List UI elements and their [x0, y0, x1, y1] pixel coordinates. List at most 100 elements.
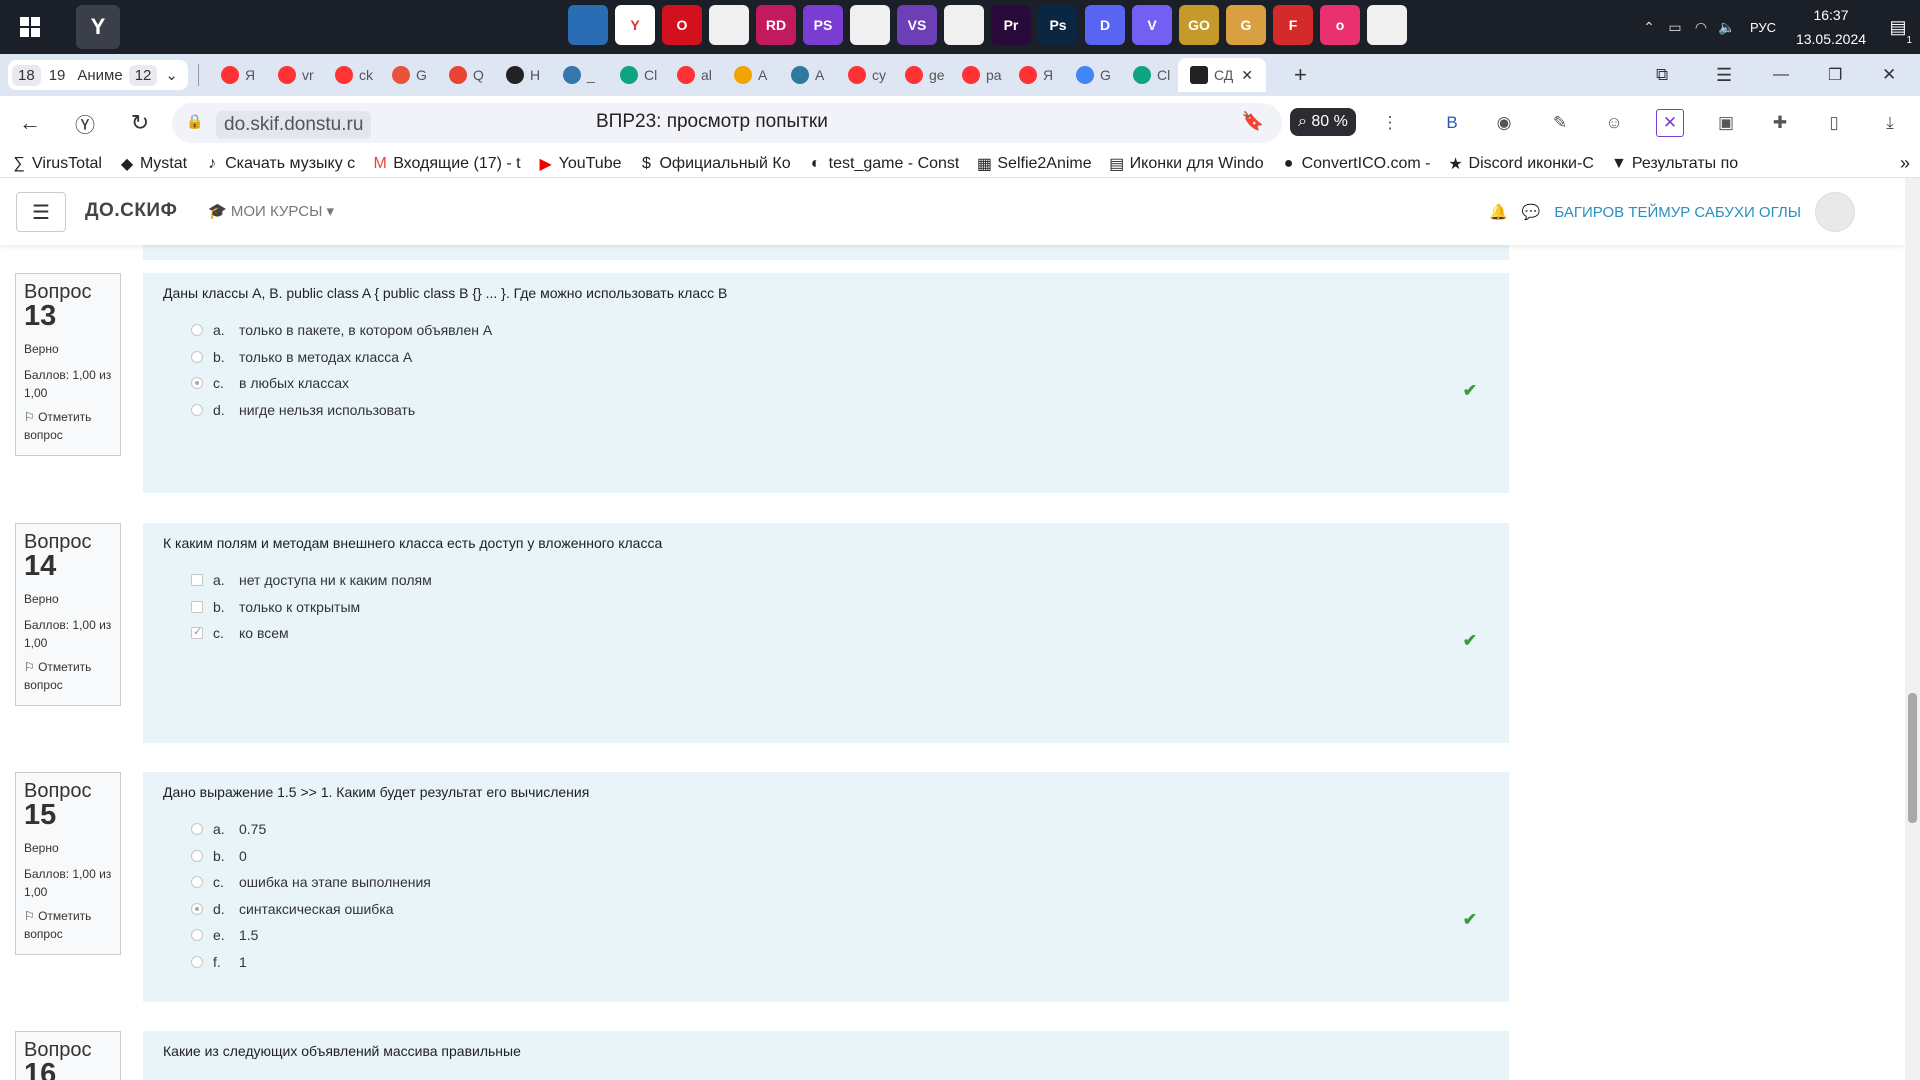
bookmark-item[interactable]: ▦ Selfie2Anime: [975, 154, 1092, 174]
answer-option[interactable]: b. только в методах класса A: [191, 344, 1489, 371]
answer-radio[interactable]: [191, 324, 203, 337]
forza-icon[interactable]: F: [1273, 5, 1313, 45]
answer-option[interactable]: d. нигде нельзя использовать: [191, 397, 1489, 424]
discord-icon[interactable]: D: [1085, 5, 1125, 45]
reload-icon[interactable]: ↻: [120, 103, 160, 143]
osu-icon[interactable]: o: [1320, 5, 1360, 45]
photoshop-icon[interactable]: Ps: [1038, 5, 1078, 45]
bookmark-item[interactable]: ♪ Скачать музыку с: [203, 155, 355, 173]
tab-13[interactable]: pa: [950, 58, 1007, 92]
answer-option[interactable]: c. в любых классах: [191, 370, 1489, 397]
windows-start-button[interactable]: [0, 0, 60, 54]
tab-3[interactable]: G: [380, 58, 437, 92]
user-name[interactable]: БАГИРОВ ТЕЙМУР САБУХИ ОГЛЫ: [1554, 204, 1801, 221]
tab-group-switcher[interactable]: 18 19 Аниме 12 ⌄: [8, 60, 188, 90]
remote-desktop-icon[interactable]: [568, 5, 608, 45]
new-tab-icon[interactable]: +: [1294, 62, 1307, 88]
visual-studio-icon[interactable]: VS: [897, 5, 937, 45]
answer-option[interactable]: a. нет доступа ни к каким полям: [191, 567, 1489, 594]
menu-icon[interactable]: ☰: [1716, 65, 1732, 86]
answer-radio[interactable]: [191, 902, 203, 915]
volume-icon[interactable]: 🔈: [1714, 19, 1740, 36]
extension-planet-icon[interactable]: ◉: [1490, 109, 1518, 137]
download-icon[interactable]: ⤓: [1876, 109, 1904, 137]
tab-manager-icon[interactable]: ⧉: [1656, 65, 1668, 85]
file-icon[interactable]: [1367, 5, 1407, 45]
answer-option[interactable]: a. 0.75: [191, 816, 1489, 843]
language-indicator[interactable]: РУС: [1750, 20, 1776, 35]
bookmark-item[interactable]: $ Официальный Ко: [637, 155, 791, 173]
file-icon[interactable]: [850, 5, 890, 45]
answer-radio[interactable]: [191, 929, 203, 942]
bookmark-item[interactable]: ▼ Результаты по: [1610, 155, 1738, 173]
site-brand[interactable]: ДО.СКИФ: [85, 200, 177, 222]
tab-2[interactable]: ck: [323, 58, 380, 92]
answer-option[interactable]: c. ко всем: [191, 620, 1489, 647]
answer-option[interactable]: a. только в пакете, в котором объявлен A: [191, 317, 1489, 344]
answer-option[interactable]: f. 1: [191, 949, 1489, 976]
answer-option[interactable]: d. синтаксическая ошибка: [191, 896, 1489, 923]
csgo-icon[interactable]: GO: [1179, 5, 1219, 45]
answer-radio[interactable]: [191, 403, 203, 416]
bookmark-item[interactable]: ● ConvertICO.com -: [1280, 155, 1431, 173]
address-bar[interactable]: 🔒 do.skif.donstu.ru ВПР23: просмотр попы…: [172, 103, 1282, 143]
bookmark-item[interactable]: ∑ VirusTotal: [10, 155, 102, 173]
answer-radio[interactable]: [191, 823, 203, 836]
file-icon[interactable]: [709, 5, 749, 45]
tab-10[interactable]: A: [779, 58, 836, 92]
tab-8[interactable]: al: [665, 58, 722, 92]
close-window-icon[interactable]: ✕: [1882, 65, 1896, 85]
extension-b-icon[interactable]: B: [1438, 109, 1466, 137]
rider-icon[interactable]: RD: [756, 5, 796, 45]
tab-7[interactable]: Cl: [608, 58, 665, 92]
answer-option[interactable]: e. 1.5: [191, 922, 1489, 949]
bookmarks-more-icon[interactable]: »: [1900, 153, 1910, 174]
answer-checkbox[interactable]: [191, 625, 203, 640]
tab-1[interactable]: vr: [266, 58, 323, 92]
hamburger-menu-icon[interactable]: ☰: [16, 192, 66, 232]
notification-center-icon[interactable]: ▤ 1: [1876, 17, 1920, 46]
phpstorm-icon[interactable]: PS: [803, 5, 843, 45]
yandex-logo-icon[interactable]: Ⓨ: [65, 103, 105, 143]
bookmark-item[interactable]: ◐ test_game - Const: [807, 155, 960, 173]
tab-14[interactable]: Я: [1007, 58, 1064, 92]
bookmark-item[interactable]: ▶ YouTube: [537, 154, 621, 174]
flag-question-link[interactable]: ⚐ Отметить вопрос: [24, 408, 112, 444]
answer-option[interactable]: b. 0: [191, 843, 1489, 870]
more-vertical-icon[interactable]: ⋮: [1376, 109, 1404, 137]
answer-option[interactable]: b. только к открытым: [191, 594, 1489, 621]
restore-icon[interactable]: ❐: [1828, 65, 1842, 85]
page-scrollbar[interactable]: [1905, 178, 1920, 1080]
wifi-icon[interactable]: ◠: [1688, 19, 1714, 36]
yandex-browser-icon[interactable]: Y: [615, 5, 655, 45]
scrollbar-thumb[interactable]: [1908, 693, 1917, 823]
minimize-icon[interactable]: —: [1773, 66, 1789, 84]
flag-question-link[interactable]: ⚐ Отметить вопрос: [24, 907, 112, 943]
bookmark-item[interactable]: ◆ Mystat: [118, 154, 187, 174]
battery-icon[interactable]: ▭: [1662, 19, 1688, 36]
bookmark-item[interactable]: ★ Discord иконки-С: [1447, 154, 1594, 174]
back-icon[interactable]: ←: [10, 103, 50, 143]
tab-12[interactable]: ge: [893, 58, 950, 92]
viber-icon[interactable]: V: [1132, 5, 1172, 45]
lock-icon[interactable]: 🔒: [186, 113, 203, 130]
chevron-up-icon[interactable]: ⌃: [1636, 19, 1662, 36]
flag-question-link[interactable]: ⚐ Отметить вопрос: [24, 658, 112, 694]
opera-icon[interactable]: O: [662, 5, 702, 45]
tab-9[interactable]: A: [722, 58, 779, 92]
answer-checkbox[interactable]: [191, 600, 203, 613]
close-tab-icon[interactable]: ✕: [1241, 67, 1253, 84]
extension-x-icon[interactable]: ✕: [1656, 109, 1684, 137]
extensions-puzzle-icon[interactable]: ✚: [1766, 109, 1794, 137]
premiere-icon[interactable]: Pr: [991, 5, 1031, 45]
tab-6[interactable]: _: [551, 58, 608, 92]
bell-icon[interactable]: 🔔: [1489, 203, 1508, 221]
game-icon[interactable]: G: [1226, 5, 1266, 45]
tab-active[interactable]: СД ✕: [1177, 58, 1266, 92]
answer-radio[interactable]: [191, 377, 203, 390]
answer-option[interactable]: c. ошибка на этапе выполнения: [191, 869, 1489, 896]
tab-5[interactable]: H: [494, 58, 551, 92]
yandex-taskbar-icon[interactable]: Y: [76, 5, 120, 49]
extension-robot-icon[interactable]: ☺: [1600, 109, 1628, 137]
answer-radio[interactable]: [191, 350, 203, 363]
